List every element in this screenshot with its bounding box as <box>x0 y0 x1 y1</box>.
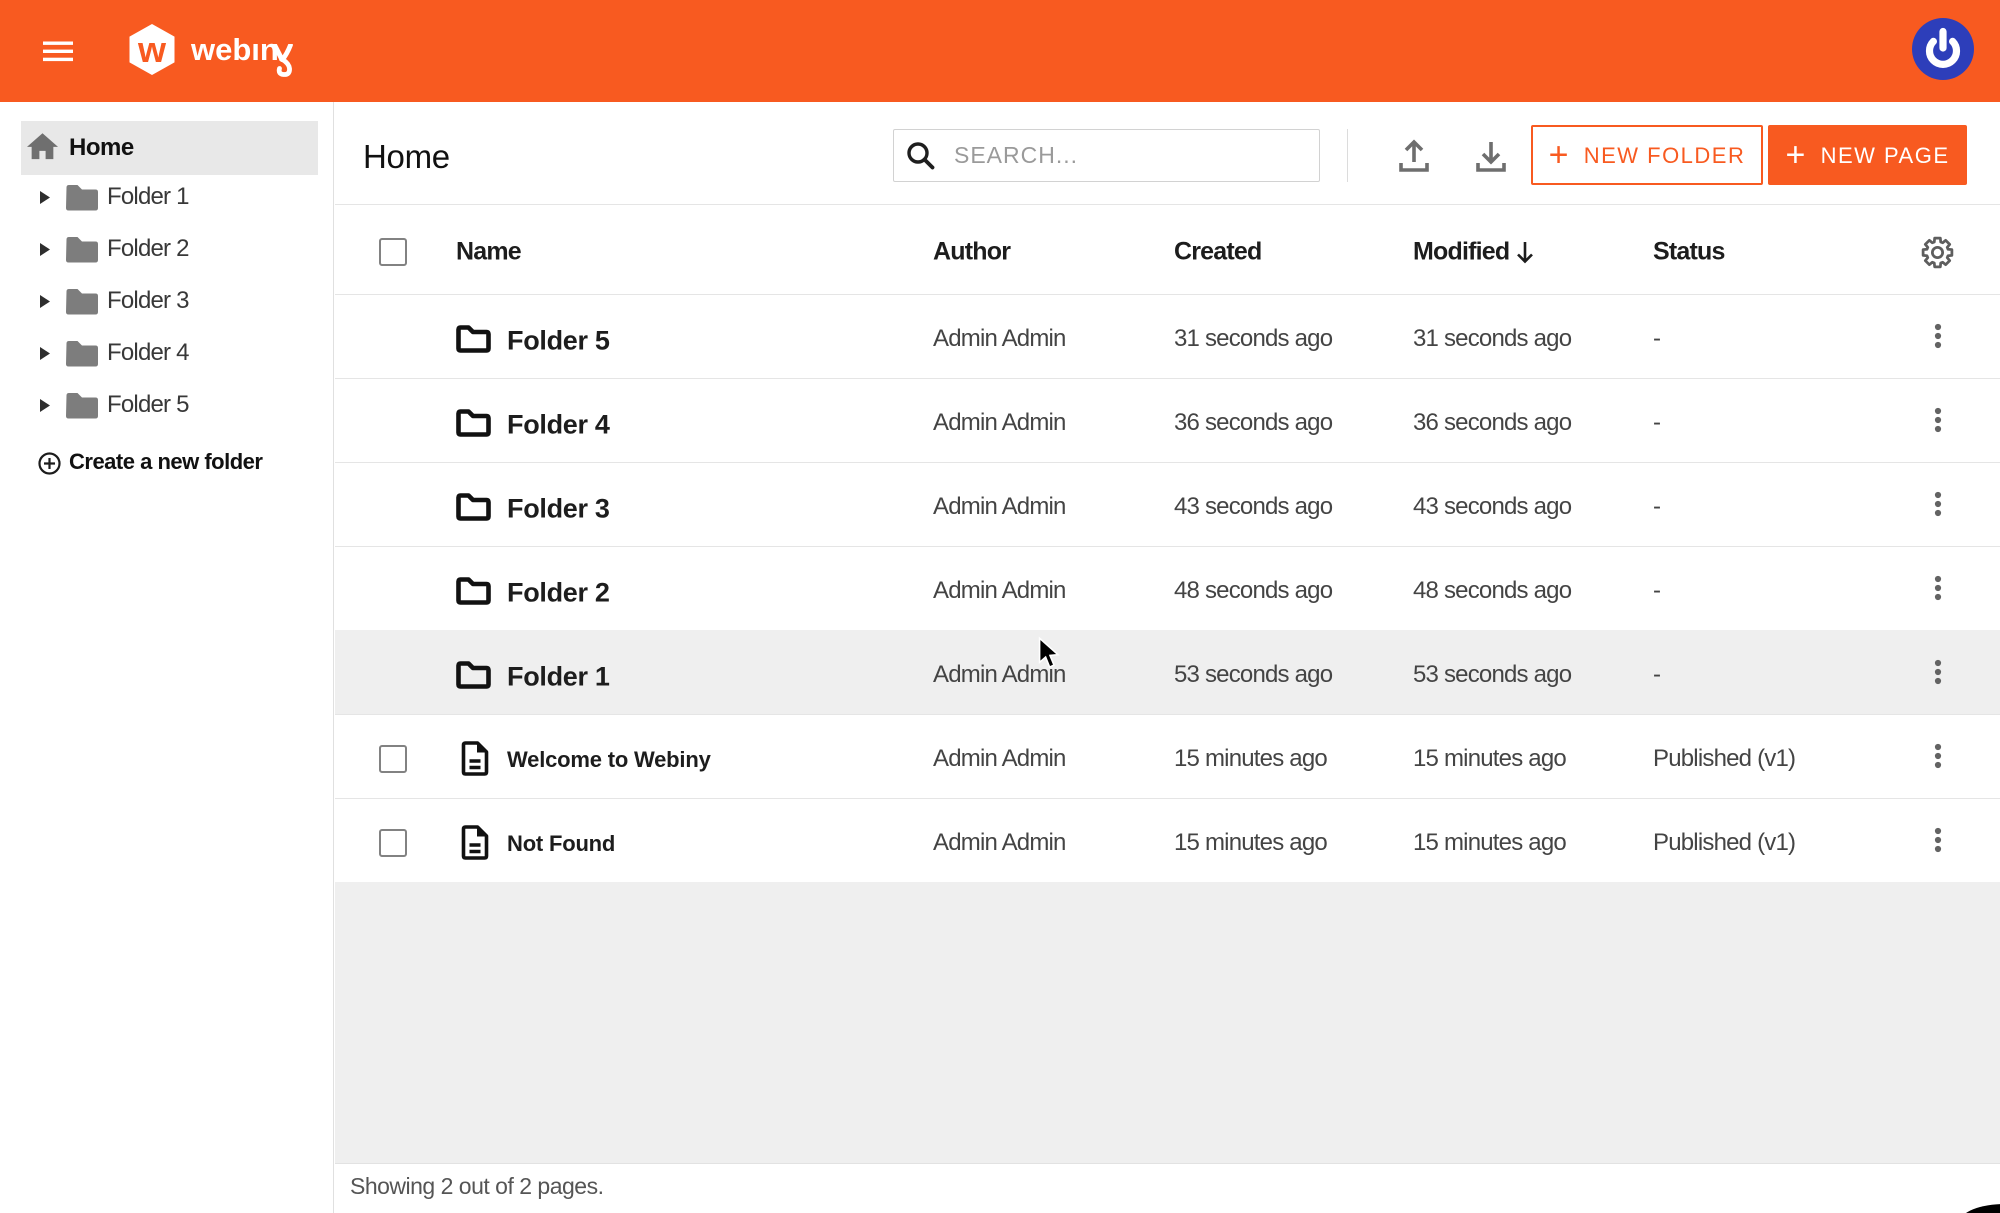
svg-text:w: w <box>137 29 167 70</box>
